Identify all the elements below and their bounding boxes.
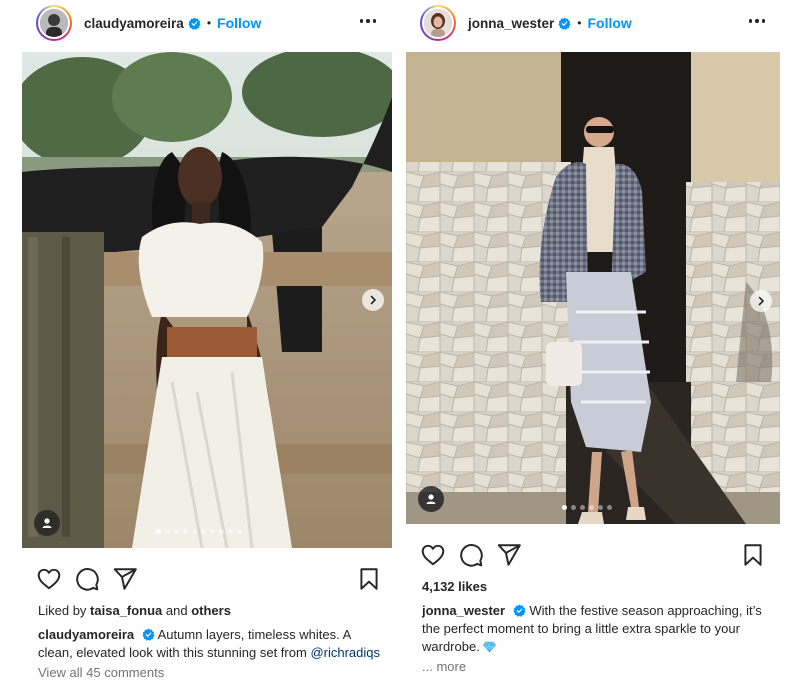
username[interactable]: claudyamoreira xyxy=(84,16,184,31)
post-header: jonna_wester • Follow xyxy=(406,0,781,46)
carousel-indicator xyxy=(156,529,242,534)
carousel-dot xyxy=(571,505,576,510)
liked-by-others-link[interactable]: others xyxy=(191,603,231,618)
carousel-dot xyxy=(228,529,233,534)
comment-icon[interactable] xyxy=(458,542,484,568)
avatar[interactable] xyxy=(420,5,456,41)
carousel-dot xyxy=(210,529,215,534)
carousel-dot xyxy=(219,529,224,534)
action-bar xyxy=(22,562,392,596)
caption: claudyamoreira Autumn layers, timeless w… xyxy=(38,626,382,662)
more-caption-link[interactable]: ... more xyxy=(422,658,771,676)
separator-dot: • xyxy=(577,16,582,30)
likes-count[interactable]: 4,132 likes xyxy=(422,578,771,596)
post-caption-area: Liked by taisa_fonua and others claudyam… xyxy=(22,602,392,682)
carousel-dot xyxy=(580,505,585,510)
carousel-indicator xyxy=(562,505,612,510)
bookmark-icon[interactable] xyxy=(356,566,382,592)
username[interactable]: jonna_wester xyxy=(468,16,554,31)
carousel-dot xyxy=(192,529,197,534)
chevron-right-icon xyxy=(758,296,765,306)
carousel-dot xyxy=(237,529,242,534)
more-options-icon[interactable] xyxy=(747,16,767,26)
caption-username[interactable]: claudyamoreira xyxy=(38,627,134,642)
share-icon[interactable] xyxy=(496,542,522,568)
chevron-right-icon xyxy=(370,295,377,305)
next-slide-button[interactable] xyxy=(362,289,384,311)
post-media[interactable] xyxy=(406,52,780,524)
carousel-dot xyxy=(201,529,206,534)
avatar-image xyxy=(422,7,454,39)
liked-by-and: and xyxy=(162,603,192,618)
action-bar xyxy=(406,538,781,572)
bookmark-icon[interactable] xyxy=(740,542,766,568)
gem-emoji-icon xyxy=(483,641,497,653)
heart-icon[interactable] xyxy=(420,542,446,568)
avatar[interactable] xyxy=(36,5,72,41)
share-icon[interactable] xyxy=(112,566,138,592)
liked-by-prefix: Liked by xyxy=(38,603,91,618)
comment-icon[interactable] xyxy=(74,566,100,592)
verified-badge-icon xyxy=(558,17,571,30)
carousel-dot xyxy=(607,505,612,510)
caption-mention-link[interactable]: @richradiqs xyxy=(310,645,380,660)
verified-badge-icon xyxy=(142,628,155,641)
heart-icon[interactable] xyxy=(36,566,62,592)
post-header: claudyamoreira • Follow xyxy=(22,0,392,46)
caption-username[interactable]: jonna_wester xyxy=(422,603,505,618)
next-slide-button[interactable] xyxy=(750,290,772,312)
carousel-dot xyxy=(165,529,170,534)
verified-badge-icon xyxy=(188,17,201,30)
post-card: claudyamoreira • Follow Liked by taisa_f… xyxy=(22,0,392,682)
carousel-dot xyxy=(598,505,603,510)
more-options-icon[interactable] xyxy=(358,16,378,26)
view-comments-link[interactable]: View all 45 comments xyxy=(38,664,382,682)
verified-badge-icon xyxy=(513,604,526,617)
carousel-dot xyxy=(589,505,594,510)
post-photo xyxy=(22,52,392,548)
post-media[interactable] xyxy=(22,52,392,548)
carousel-dot xyxy=(562,505,567,510)
follow-button[interactable]: Follow xyxy=(217,15,261,31)
carousel-dot xyxy=(156,529,161,534)
liked-by-user-link[interactable]: taisa_fonua xyxy=(90,603,162,618)
follow-button[interactable]: Follow xyxy=(587,15,631,31)
carousel-dot xyxy=(183,529,188,534)
user-tag-icon xyxy=(426,494,436,504)
avatar-image xyxy=(38,7,70,39)
post-card: jonna_wester • Follow 4,132 likes jonna_… xyxy=(406,0,781,676)
separator-dot: • xyxy=(206,16,212,30)
caption: jonna_wester With the festive season app… xyxy=(422,602,771,656)
liked-by-line: Liked by taisa_fonua and others xyxy=(38,602,382,620)
user-tag-icon xyxy=(42,518,52,528)
carousel-dot xyxy=(174,529,179,534)
post-photo xyxy=(406,52,780,524)
post-caption-area: 4,132 likes jonna_wester With the festiv… xyxy=(406,578,781,676)
user-tag-button[interactable] xyxy=(34,510,60,536)
user-tag-button[interactable] xyxy=(418,486,444,512)
